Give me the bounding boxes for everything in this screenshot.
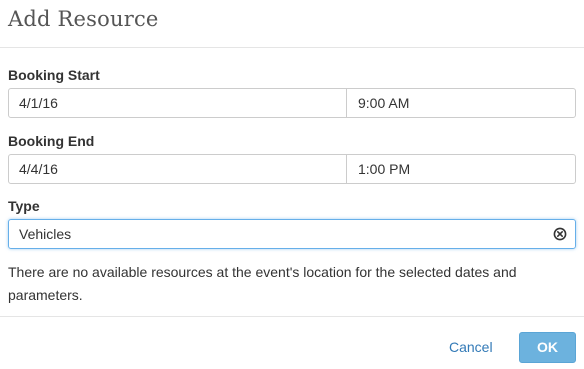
dialog-body: Booking Start 4/1/16 9:00 AM Booking End… [0,66,584,307]
booking-end-time-input[interactable]: 1:00 PM [347,155,575,183]
booking-start-time-input[interactable]: 9:00 AM [347,89,575,117]
no-resources-message: There are no available resources at the … [8,264,517,303]
type-label: Type [8,198,40,214]
booking-end-date-input[interactable]: 4/4/16 [9,155,347,183]
add-resource-dialog: Add Resource Booking Start 4/1/16 9:00 A… [0,0,584,369]
type-input-value: Vehicles [19,226,72,242]
booking-start-date-input[interactable]: 4/1/16 [9,89,347,117]
clear-circle-x-icon[interactable] [553,227,567,241]
booking-end-label: Booking End [8,133,95,149]
type-input[interactable]: Vehicles [8,219,576,249]
ok-button[interactable]: OK [519,332,576,363]
dialog-title: Add Resource [8,7,159,31]
dialog-header: Add Resource [0,0,584,48]
booking-start-label: Booking Start [8,67,100,83]
booking-end-field: 4/4/16 1:00 PM [8,154,576,184]
cancel-button[interactable]: Cancel [449,339,493,355]
dialog-footer: Cancel OK [0,316,584,369]
booking-start-field: 4/1/16 9:00 AM [8,88,576,118]
